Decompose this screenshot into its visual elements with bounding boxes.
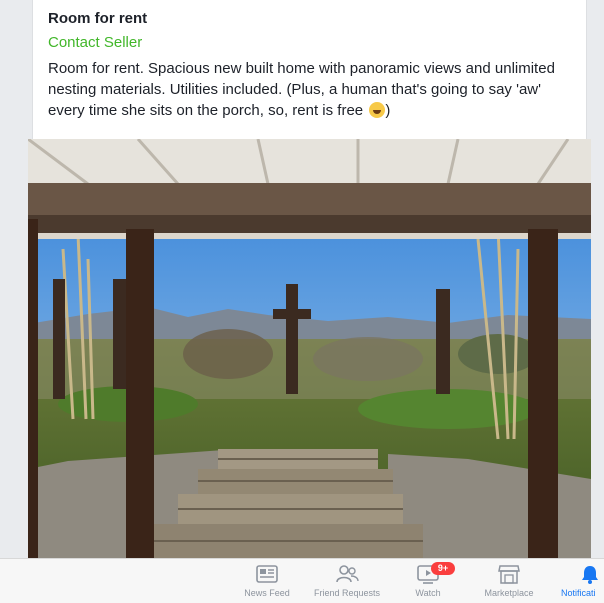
description-tail: ): [385, 102, 391, 119]
tab-label: Notificati: [561, 588, 596, 598]
tab-notifications[interactable]: Notificati: [558, 559, 604, 603]
contact-seller-link[interactable]: Contact Seller: [48, 34, 142, 51]
porch-view-image: [28, 139, 591, 560]
marketplace-icon: [498, 565, 520, 584]
news-feed-icon: [256, 565, 278, 583]
tab-watch[interactable]: 9+ Watch: [402, 559, 455, 603]
tab-marketplace[interactable]: Marketplace: [478, 559, 540, 603]
listing-photo[interactable]: [28, 139, 591, 560]
post-description: Room for rent. Spacious new built home w…: [48, 58, 578, 121]
tab-label: Watch: [415, 588, 441, 598]
tab-friend-requests[interactable]: Friend Requests: [307, 559, 387, 603]
bell-icon: [582, 566, 598, 584]
tab-label: Marketplace: [484, 588, 534, 598]
tab-news-feed[interactable]: News Feed: [237, 559, 297, 603]
post-title: Room for rent: [48, 10, 148, 27]
watch-badge: 9+: [431, 562, 455, 575]
grinning-squinting-face-icon: [369, 102, 386, 118]
tab-label: Friend Requests: [313, 588, 381, 598]
friend-requests-icon: [336, 565, 359, 583]
bottom-tab-bar: News Feed Friend Requests 9+ Watch Marke…: [0, 558, 604, 603]
tab-label: News Feed: [244, 588, 290, 598]
description-text: Room for rent. Spacious new built home w…: [48, 60, 555, 119]
